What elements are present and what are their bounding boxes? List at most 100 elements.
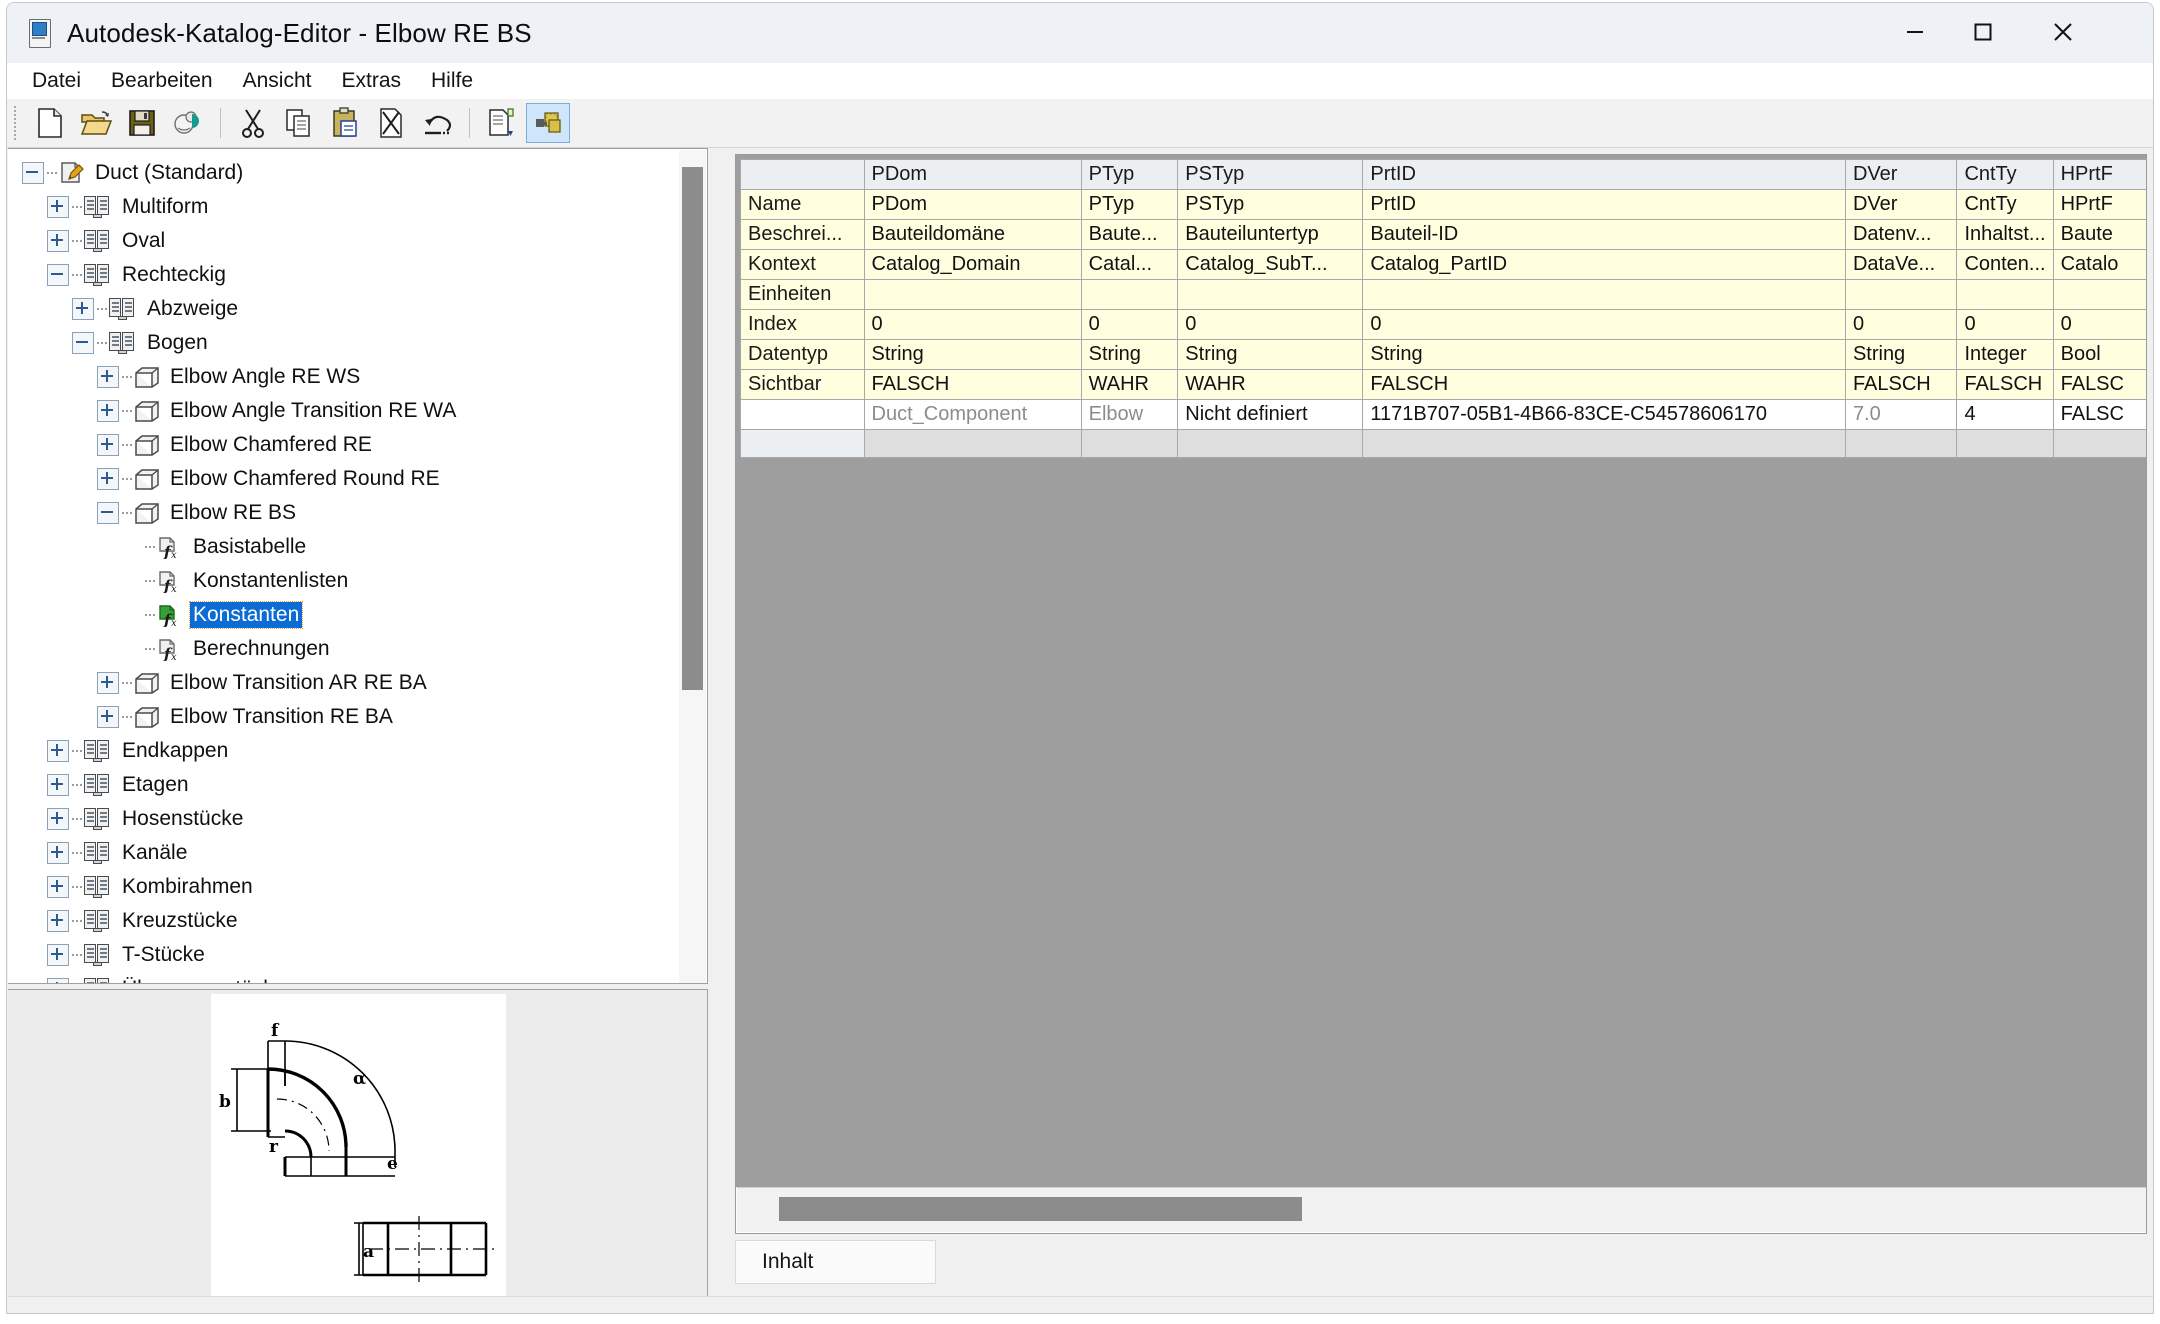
grid-cell[interactable]: Bauteildomäne	[863, 219, 1082, 250]
expand-plus-icon[interactable]	[47, 910, 69, 932]
grid-cell[interactable]: 4	[1956, 399, 2054, 430]
grid-cell[interactable]: FALSCH	[863, 369, 1082, 400]
tree-item-etagen[interactable]: Etagen	[8, 768, 678, 802]
grid-cell[interactable]: Bauteiluntertyp	[1177, 219, 1364, 250]
grid-row-header[interactable]	[740, 429, 865, 458]
grid-cell[interactable]: 0	[1080, 309, 1179, 340]
expand-plus-icon[interactable]	[97, 706, 119, 728]
expand-plus-icon[interactable]	[97, 672, 119, 694]
grid-row[interactable]: Beschrei... Bauteildomäne Baute... Bauteilu…	[740, 219, 2146, 250]
grid-column-header[interactable]: PDom	[863, 159, 1082, 190]
grid-cell[interactable]: Inhaltst...	[1956, 219, 2054, 250]
grid-cell[interactable]: Integer	[1956, 339, 2054, 370]
grid-column-header[interactable]: PTyp	[1080, 159, 1179, 190]
grid-cell[interactable]	[863, 429, 1082, 458]
grid-row-header[interactable]: Datentyp	[740, 339, 865, 370]
save-floppy-icon[interactable]	[120, 103, 164, 143]
grid-cell[interactable]	[1956, 429, 2054, 458]
new-document-icon[interactable]	[28, 103, 72, 143]
grid-cell[interactable]: Baute...	[1080, 219, 1179, 250]
grid-row-header[interactable]: Kontext	[740, 249, 865, 280]
grid-row-header[interactable]: Einheiten	[740, 279, 865, 310]
grid-cell[interactable]: Catalog_Domain	[863, 249, 1082, 280]
maximize-button[interactable]	[1949, 3, 2017, 61]
expand-plus-icon[interactable]	[47, 774, 69, 796]
grid-cell[interactable]	[2052, 279, 2146, 310]
tree-scrollbar-thumb[interactable]	[682, 167, 703, 690]
delete-document-icon[interactable]	[369, 103, 413, 143]
grid-row[interactable]: Einheiten	[740, 279, 2146, 310]
tree-item-kombirahmen[interactable]: Kombirahmen	[8, 870, 678, 904]
menu-extras[interactable]: Extras	[326, 65, 416, 97]
tree-vertical-scrollbar[interactable]	[679, 150, 706, 983]
tree-item-rechteckig[interactable]: Rechteckig	[8, 258, 678, 292]
tree-item-elbow-transition-ar-re-ba[interactable]: Elbow Transition AR RE BA	[8, 666, 678, 700]
expand-plus-icon[interactable]	[47, 944, 69, 966]
grid-cell[interactable]	[863, 279, 1082, 310]
collapse-minus-icon[interactable]	[72, 332, 94, 354]
property-grid-scroll-area[interactable]: PDom PTyp PSTyp PrtID DVer CntTy HPrtF Name PDo…	[736, 155, 2146, 1187]
grid-cell[interactable]: String	[1844, 339, 1958, 370]
grid-cell[interactable]: Catal...	[1080, 249, 1179, 280]
content-builder-icon[interactable]	[526, 103, 570, 143]
grid-row[interactable]: Datentyp String String String String String In…	[740, 339, 2146, 370]
collapse-minus-icon[interactable]	[22, 162, 44, 184]
minimize-button[interactable]	[1881, 3, 1949, 61]
grid-scrollbar-thumb[interactable]	[779, 1197, 1302, 1221]
tree-item-konstanten[interactable]: f x Konstanten	[8, 598, 678, 632]
menu-hilfe[interactable]: Hilfe	[416, 65, 488, 97]
copy-icon[interactable]	[277, 103, 321, 143]
tree-item-t-st-cke[interactable]: T-Stücke	[8, 938, 678, 972]
tree-item-elbow-chamfered-round-re[interactable]: Elbow Chamfered Round RE	[8, 462, 678, 496]
grid-cell[interactable]	[2052, 429, 2146, 458]
grid-row[interactable]: Name PDom PTyp PSTyp PrtID DVer CntTy HPrtF	[740, 189, 2146, 220]
grid-cell[interactable]: Elbow	[1080, 399, 1179, 430]
grid-cell[interactable]: Nicht definiert	[1177, 399, 1364, 430]
expand-plus-icon[interactable]	[47, 842, 69, 864]
grid-cell[interactable]: Conten...	[1956, 249, 2054, 280]
grid-row-header[interactable]: Sichtbar	[740, 369, 865, 400]
expand-plus-icon[interactable]	[97, 434, 119, 456]
grid-cell[interactable]: 1171B707-05B1-4B66-83CE-C54578606170	[1362, 399, 1846, 430]
grid-cell[interactable]: FALSCH	[1844, 369, 1958, 400]
grid-column-header[interactable]: CntTy	[1956, 159, 2054, 190]
tree-item-elbow-angle-transition-re-wa[interactable]: Elbow Angle Transition RE WA	[8, 394, 678, 428]
save-as-icon[interactable]	[166, 103, 210, 143]
tree-item-konstantenlisten[interactable]: f x Konstantenlisten	[8, 564, 678, 598]
expand-plus-icon[interactable]	[47, 230, 69, 252]
grid-cell[interactable]	[1177, 279, 1364, 310]
grid-row[interactable]: Kontext Catalog_Domain Catal... Catalog_Sub…	[740, 249, 2146, 280]
undo-arrow-icon[interactable]	[415, 103, 459, 143]
grid-cell[interactable]	[1844, 279, 1958, 310]
grid-cell[interactable]: WAHR	[1177, 369, 1364, 400]
catalog-tree[interactable]: Duct (Standard) Multiform Oval Rechteckig Ab…	[8, 148, 708, 984]
menu-datei[interactable]: Datei	[17, 65, 96, 97]
tree-item-endkappen[interactable]: Endkappen	[8, 734, 678, 768]
grid-cell[interactable]: FALSC	[2052, 369, 2146, 400]
tree-item-oval[interactable]: Oval	[8, 224, 678, 258]
grid-cell[interactable]: Catalog_PartID	[1362, 249, 1846, 280]
grid-cell[interactable]: Catalog_SubT...	[1177, 249, 1364, 280]
grid-row-header[interactable]: Beschrei...	[740, 219, 865, 250]
tree-item-hosenst-cke[interactable]: Hosenstücke	[8, 802, 678, 836]
grid-cell[interactable]: Duct_Component	[863, 399, 1082, 430]
grid-cell[interactable]: 0	[1844, 309, 1958, 340]
grid-cell[interactable]: String	[863, 339, 1082, 370]
menu-ansicht[interactable]: Ansicht	[228, 65, 327, 97]
paste-clipboard-icon[interactable]	[323, 103, 367, 143]
grid-cell[interactable]	[1362, 279, 1846, 310]
tab-inhalt[interactable]: Inhalt	[735, 1240, 936, 1284]
expand-plus-icon[interactable]	[47, 196, 69, 218]
grid-cell[interactable]	[1080, 279, 1179, 310]
grid-cell[interactable]: 0	[1956, 309, 2054, 340]
grid-row-header[interactable]	[740, 399, 865, 430]
collapse-minus-icon[interactable]	[97, 502, 119, 524]
grid-cell[interactable]: Bauteil-ID	[1362, 219, 1846, 250]
grid-cell[interactable]	[1080, 429, 1179, 458]
grid-column-header[interactable]: PrtID	[1362, 159, 1846, 190]
grid-cell[interactable]: PDom	[863, 189, 1082, 220]
grid-cell[interactable]: Bool	[2052, 339, 2146, 370]
tree-item-bergangsst-cke[interactable]: Übergangsstücke	[8, 972, 678, 983]
tree-item-elbow-re-bs[interactable]: Elbow RE BS	[8, 496, 678, 530]
toolbar-grip[interactable]	[14, 106, 21, 140]
